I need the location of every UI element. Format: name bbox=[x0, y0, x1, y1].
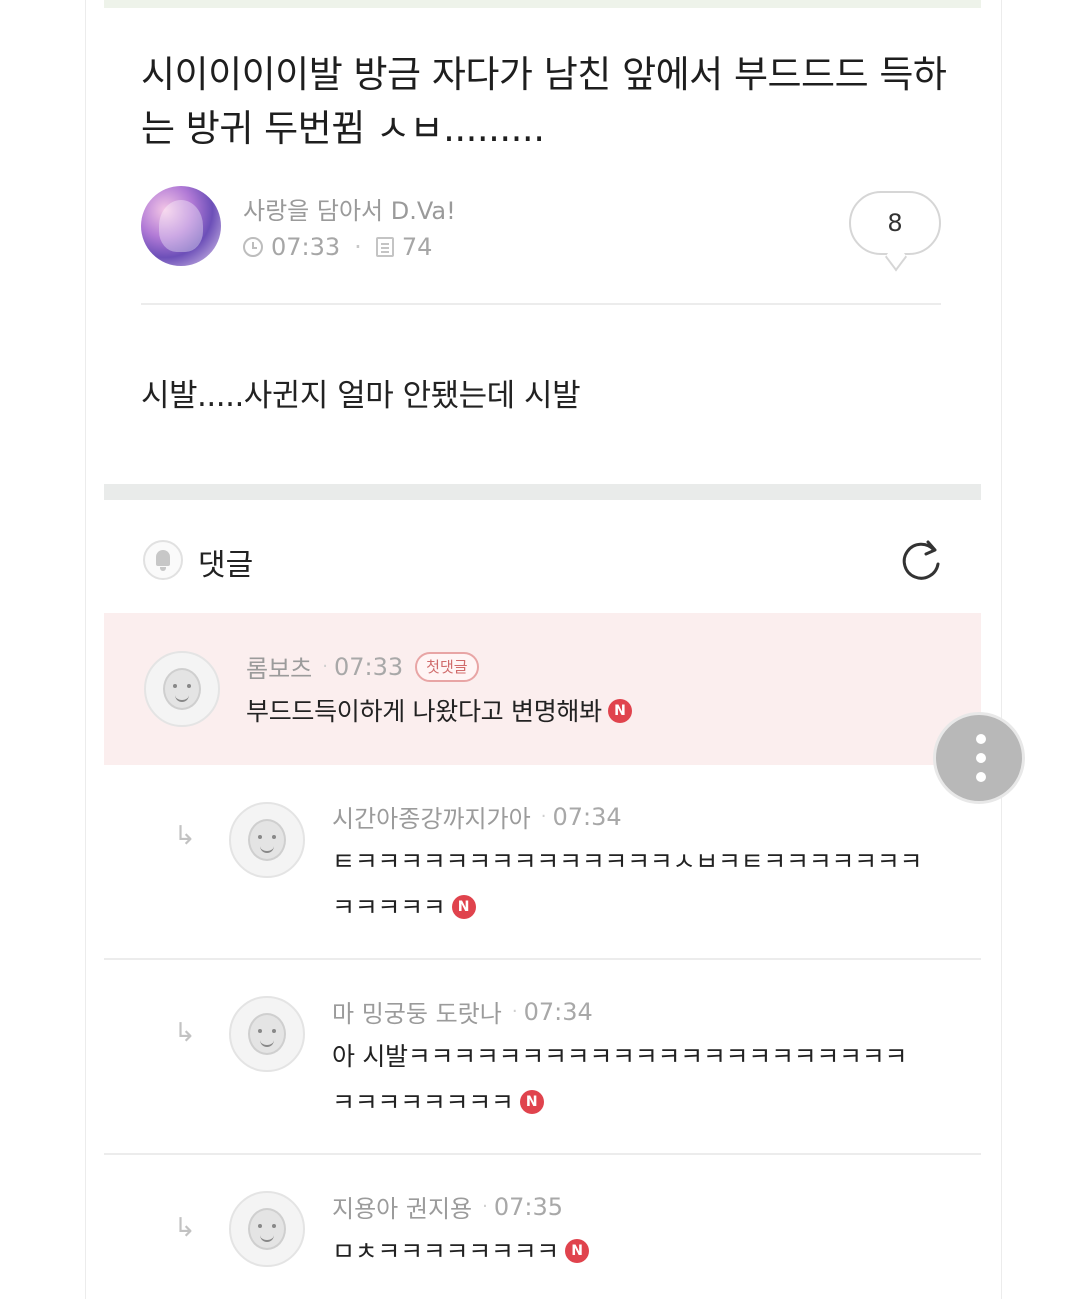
comment-line-2: ㅋㅋㅋㅋㅋㅋㅋㅋ N bbox=[332, 1080, 907, 1126]
views-icon bbox=[375, 237, 394, 257]
post-views: 74 bbox=[401, 233, 433, 261]
reply-arrow-icon: ↳ bbox=[174, 821, 196, 851]
refresh-icon[interactable] bbox=[898, 538, 944, 584]
reply-item: ↳ 마 밍궁둥 도랏나 · 07:34 아 시발ㅋㅋㅋㅋㅋㅋㅋㅋㅋㅋㅋㅋㅋㅋㅋㅋ… bbox=[104, 958, 981, 1153]
comment-header: 마 밍궁둥 도랏나 · 07:34 bbox=[332, 994, 593, 1029]
comment-line: 아 시발ㅋㅋㅋㅋㅋㅋㅋㅋㅋㅋㅋㅋㅋㅋㅋㅋㅋㅋㅋㅋㅋㅋ bbox=[332, 1042, 908, 1071]
comment-line: ㅋㅋㅋㅋㅋㅋㅋㅋ bbox=[332, 1088, 514, 1117]
comments-heading: 댓글 bbox=[198, 548, 254, 583]
comment-line: ㅋㅋㅋㅋㅋ bbox=[332, 893, 446, 922]
meta-separator: · bbox=[482, 1196, 488, 1217]
meta-separator: · bbox=[354, 233, 362, 261]
comment-text: 아 시발ㅋㅋㅋㅋㅋㅋㅋㅋㅋㅋㅋㅋㅋㅋㅋㅋㅋㅋㅋㅋㅋㅋ ㅋㅋㅋㅋㅋㅋㅋㅋ N bbox=[332, 1034, 907, 1126]
new-badge-icon: N bbox=[519, 1090, 544, 1114]
avatar-face-icon bbox=[248, 819, 286, 861]
more-vertical-icon[interactable] bbox=[933, 712, 1025, 804]
reply-arrow-icon: ↳ bbox=[174, 1018, 196, 1048]
reply-item: ↳ 지용아 권지용 · 07:35 ㅁㅊㅋㅋㅋㅋㅋㅋㅋㅋ N bbox=[104, 1153, 981, 1299]
commenter-avatar[interactable] bbox=[229, 802, 305, 878]
comment-header: 지용아 권지용 · 07:35 bbox=[332, 1189, 563, 1224]
comment-count-button[interactable]: 8 bbox=[849, 191, 941, 255]
comment-text: 부드드득이하게 나왔다고 변명해봐 N bbox=[246, 689, 632, 735]
first-comment-badge: 첫댓글 bbox=[415, 651, 479, 682]
commenter-avatar[interactable] bbox=[229, 996, 305, 1072]
divider bbox=[141, 303, 941, 305]
commenter-name[interactable]: 마 밍궁둥 도랏나 bbox=[332, 994, 502, 1029]
comment-body: ㅁㅊㅋㅋㅋㅋㅋㅋㅋㅋ bbox=[332, 1237, 560, 1266]
commenter-name[interactable]: 지용아 권지용 bbox=[332, 1189, 472, 1224]
avatar-face-icon bbox=[248, 1208, 286, 1250]
clock-icon bbox=[243, 237, 263, 257]
post-body: 시발.....사귄지 얼마 안됐는데 시발 bbox=[141, 378, 581, 414]
commenter-name[interactable]: 시간아종강까지가아 bbox=[332, 799, 531, 834]
comment-time: 07:34 bbox=[523, 997, 593, 1026]
more-dot bbox=[976, 753, 986, 763]
comment-text: ㅌㅋㅋㅋㅋㅋㅋㅋㅋㅋㅋㅋㅋㅋㅋㅅㅂㅋㅌㅋㅋㅋㅋㅋㅋㅋ ㅋㅋㅋㅋㅋ N bbox=[332, 839, 923, 931]
post-page: 시이이이이발 방금 자다가 남친 앞에서 부드드드 득하는 방귀 두번뀜 ㅅㅂ.… bbox=[85, 0, 1002, 1299]
post-title: 시이이이이발 방금 자다가 남친 앞에서 부드드드 득하는 방귀 두번뀜 ㅅㅂ.… bbox=[141, 53, 947, 150]
comment-line: ㅌㅋㅋㅋㅋㅋㅋㅋㅋㅋㅋㅋㅋㅋㅋㅅㅂㅋㅌㅋㅋㅋㅋㅋㅋㅋ bbox=[332, 847, 923, 876]
bell-icon[interactable] bbox=[143, 540, 183, 580]
commenter-avatar[interactable] bbox=[229, 1191, 305, 1267]
new-badge-icon: N bbox=[451, 895, 476, 919]
author-avatar[interactable] bbox=[141, 186, 221, 266]
comment-line-2: ㅋㅋㅋㅋㅋ N bbox=[332, 885, 922, 931]
reply-item: ↳ 시간아종강까지가아 · 07:34 ㅌㅋㅋㅋㅋㅋㅋㅋㅋㅋㅋㅋㅋㅋㅋㅅㅂㅋㅌㅋ… bbox=[104, 765, 981, 958]
comment-header: 시간아종강까지가아 · 07:34 bbox=[332, 799, 622, 834]
author-name[interactable]: 사랑을 담아서 D.Va! bbox=[243, 191, 456, 226]
comment-time: 07:33 bbox=[333, 652, 404, 681]
more-dot bbox=[976, 772, 986, 782]
comment-body: 부드드득이하게 나왔다고 변명해봐 bbox=[246, 697, 602, 726]
comment-header: 롬보츠 · 07:33 첫댓글 bbox=[246, 649, 479, 684]
new-badge-icon: N bbox=[565, 1239, 590, 1263]
commenter-avatar[interactable] bbox=[144, 651, 220, 727]
post-time: 07:33 bbox=[271, 233, 341, 261]
comment-text: ㅁㅊㅋㅋㅋㅋㅋㅋㅋㅋ N bbox=[332, 1229, 590, 1275]
comment-count: 8 bbox=[887, 209, 903, 237]
commenter-name[interactable]: 롬보츠 bbox=[246, 649, 312, 684]
comment-time: 07:35 bbox=[493, 1192, 564, 1221]
comment-time: 07:34 bbox=[552, 802, 622, 831]
section-separator bbox=[104, 484, 981, 500]
meta-separator: · bbox=[540, 806, 547, 827]
more-dot bbox=[976, 734, 986, 744]
reply-arrow-icon: ↳ bbox=[174, 1213, 196, 1243]
meta-separator: · bbox=[322, 656, 328, 677]
new-badge-icon: N bbox=[607, 699, 632, 723]
avatar-face-icon bbox=[248, 1013, 286, 1055]
post-meta: 07:33 · 74 bbox=[243, 233, 432, 261]
comment-item: 롬보츠 · 07:33 첫댓글 부드드득이하게 나왔다고 변명해봐 N bbox=[104, 613, 981, 765]
meta-separator: · bbox=[511, 1001, 518, 1022]
top-strip bbox=[104, 0, 981, 8]
avatar-face-icon bbox=[163, 668, 201, 710]
